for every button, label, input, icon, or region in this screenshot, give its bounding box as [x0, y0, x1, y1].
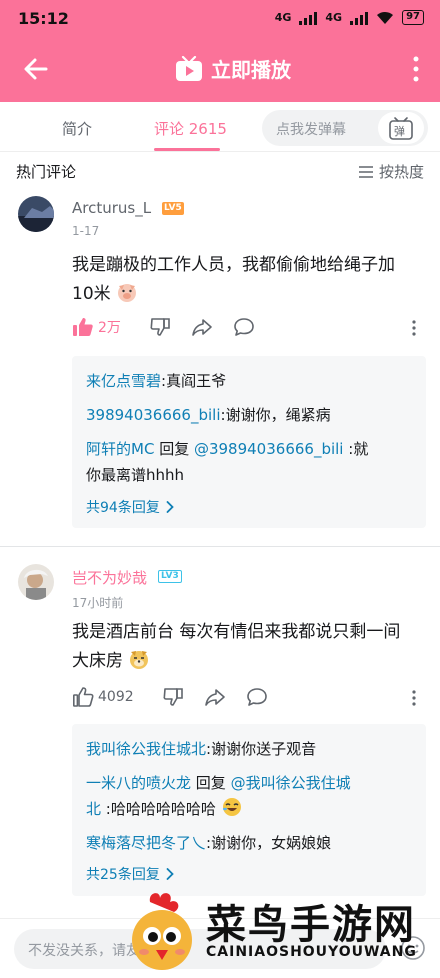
- reply-username[interactable]: 39894036666_bili: [86, 406, 221, 424]
- watermark-title: 菜鸟手游网: [206, 902, 416, 948]
- rooster-logo-icon: [132, 893, 192, 970]
- reply-text: 谢谢你，女娲娘娘: [211, 834, 332, 852]
- reply-connector: 回复: [191, 774, 231, 792]
- reply-count-label: 共94条回复: [86, 500, 160, 516]
- comment-text-line: 大床房: [72, 651, 123, 671]
- network-label-1: 4G: [274, 11, 292, 24]
- tv-play-icon: [176, 55, 202, 81]
- active-tab-indicator: [154, 148, 220, 151]
- reply-item: 阿轩的MC 回复 @39894036666_bili :就你最离谱hhhh: [86, 436, 416, 488]
- danmu-input[interactable]: 点我发弹幕 弹: [262, 110, 428, 146]
- hot-comments-title: 热门评论: [16, 163, 77, 181]
- comment-text: 我是酒店前台 每次有情侣来我都说只剩一间 大床房: [72, 618, 422, 676]
- reply-item: 我叫徐公我住城北:谢谢你送子观音: [86, 736, 416, 762]
- user-level-badge: LV5: [162, 202, 184, 215]
- reply-count-label: 共25条回复: [86, 867, 160, 883]
- comment-username[interactable]: 岂不为妙哉: [72, 567, 147, 588]
- reply-text: 你最离谱hhhh: [86, 466, 185, 484]
- reply-bubble-icon[interactable]: [246, 686, 268, 708]
- view-all-replies-link[interactable]: 共94条回复: [86, 497, 174, 517]
- like-count: 2万: [98, 320, 121, 336]
- thumbs-down-icon[interactable]: [162, 686, 184, 708]
- comment-actions: 4092: [72, 686, 268, 708]
- comment-text-line: 我是蹦极的工作人员，我都偷偷地给绳子加: [72, 255, 395, 275]
- status-time: 15:12: [18, 9, 69, 28]
- pig-emoji-icon: [118, 284, 137, 302]
- like-count: 4092: [98, 689, 134, 705]
- play-now-button[interactable]: 立即播放: [175, 54, 291, 83]
- reply-text: 哈哈哈哈哈哈哈: [110, 800, 216, 818]
- reply-text: 就: [353, 440, 369, 458]
- comment-actions: 2万: [72, 316, 255, 338]
- reply-preview-box[interactable]: 我叫徐公我住城北:谢谢你送子观音 一米八的喷火龙 回复 @我叫徐公我住城北 :哈…: [72, 724, 426, 896]
- tab-comments[interactable]: 评论 2615: [154, 118, 227, 139]
- comment-text: 我是蹦极的工作人员，我都偷偷地给绳子加 10米: [72, 251, 422, 309]
- chevron-right-icon: [166, 868, 174, 880]
- comment-more-icon[interactable]: [412, 690, 416, 706]
- reply-text: 真阎王爷: [166, 372, 227, 390]
- signal-icon-2: [350, 11, 369, 25]
- back-arrow-icon[interactable]: [22, 55, 50, 83]
- danmu-placeholder: 点我发弹幕: [276, 122, 346, 138]
- share-icon[interactable]: [204, 686, 226, 708]
- share-icon[interactable]: [191, 316, 213, 338]
- reply-separator: :: [343, 440, 354, 458]
- danmu-toggle-label: 弹: [394, 125, 405, 138]
- reply-item: 来亿点雪碧:真阎王爷: [86, 368, 416, 394]
- watermark-subtitle: CAINIAOSHOUYOUWANG: [206, 944, 417, 960]
- comment-time: 17小时前: [72, 596, 124, 610]
- reply-username[interactable]: 一米八的喷火龙: [86, 774, 191, 792]
- sort-label: 按热度: [378, 163, 424, 181]
- comment-time: 1-17: [72, 224, 100, 238]
- reply-username[interactable]: 阿轩的MC: [86, 440, 154, 458]
- comment-text-line: 10米: [72, 284, 111, 304]
- comment-text-line: 我是酒店前台 每次有情侣来我都说只剩一间: [72, 622, 401, 642]
- reply-separator: :: [101, 800, 111, 818]
- user-level-badge: LV3: [158, 570, 182, 583]
- more-vertical-icon[interactable]: [412, 56, 420, 82]
- thumbs-up-filled-icon[interactable]: [72, 316, 94, 338]
- reply-mention[interactable]: @我叫徐公我住城: [231, 774, 351, 792]
- tab-bar: 简介 评论 2615 点我发弹幕 弹: [0, 102, 440, 152]
- comment-divider: [0, 546, 440, 547]
- reply-item: 39894036666_bili:谢谢你，绳紧病: [86, 402, 416, 428]
- chevron-right-icon: [166, 501, 174, 513]
- network-label-2: 4G: [325, 11, 343, 24]
- sort-by-hot-button[interactable]: 按热度: [358, 161, 424, 182]
- reply-mention[interactable]: 北: [86, 800, 101, 818]
- reply-text: 谢谢你，绳紧病: [225, 406, 331, 424]
- laughing-emoji-icon: [222, 798, 241, 816]
- app-bar: 立即播放: [0, 36, 440, 102]
- battery-icon: 97: [402, 10, 424, 25]
- wifi-icon: [377, 11, 394, 24]
- reply-text: 谢谢你送子观音: [211, 740, 317, 758]
- list-icon: [358, 165, 373, 178]
- view-all-replies-link[interactable]: 共25条回复: [86, 864, 174, 884]
- site-watermark: 菜鸟手游网 CAINIAOSHOUYOUWANG: [120, 888, 440, 978]
- reply-item: 寒梅落尽把冬了乀:谢谢你，女娲娘娘: [86, 830, 416, 856]
- reply-preview-box[interactable]: 来亿点雪碧:真阎王爷 39894036666_bili:谢谢你，绳紧病 阿轩的M…: [72, 356, 426, 528]
- reply-item: 一米八的喷火龙 回复 @我叫徐公我住城北 :哈哈哈哈哈哈哈: [86, 770, 416, 822]
- reply-connector: 回复: [154, 440, 194, 458]
- tab-intro[interactable]: 简介: [62, 118, 92, 139]
- thumbs-up-icon[interactable]: [72, 686, 94, 708]
- reply-username[interactable]: 来亿点雪碧: [86, 372, 161, 390]
- avatar[interactable]: [18, 196, 54, 232]
- doge-emoji-icon: [130, 651, 149, 669]
- comment-username[interactable]: Arcturus_L: [72, 199, 151, 217]
- reply-username[interactable]: 我叫徐公我住城北: [86, 740, 206, 758]
- reply-mention[interactable]: @39894036666_bili: [194, 440, 344, 458]
- status-bar: 15:12 4G 4G 97: [0, 0, 440, 36]
- danmu-toggle-button[interactable]: 弹: [378, 112, 424, 144]
- reply-username[interactable]: 寒梅落尽把冬了乀: [86, 834, 206, 852]
- signal-icon: [299, 11, 318, 25]
- play-now-title: 立即播放: [211, 58, 291, 82]
- comment-more-icon[interactable]: [412, 320, 416, 336]
- reply-bubble-icon[interactable]: [233, 316, 255, 338]
- avatar[interactable]: [18, 564, 54, 600]
- thumbs-down-icon[interactable]: [149, 316, 171, 338]
